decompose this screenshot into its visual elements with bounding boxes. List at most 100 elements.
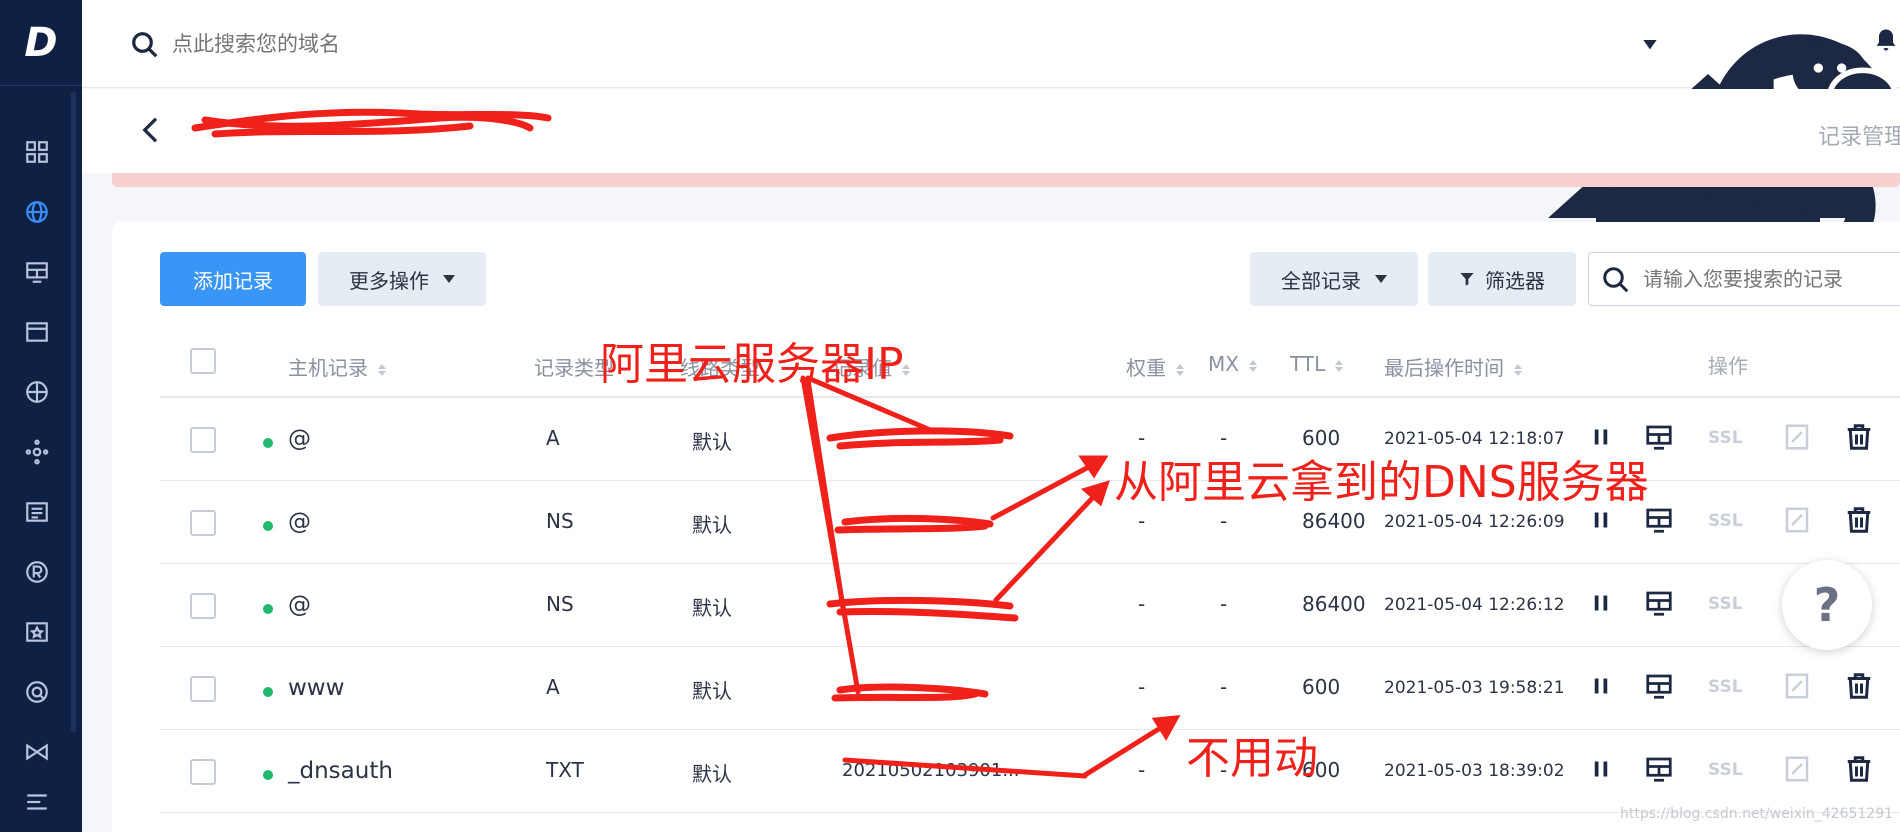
add-record-button[interactable]: 添加记录: [160, 252, 306, 306]
domain-search-input[interactable]: [172, 32, 672, 56]
pause-button[interactable]: [1586, 588, 1616, 623]
network-icon: [26, 381, 48, 403]
sidebar-item-transfer[interactable]: [20, 735, 54, 769]
status-dot: [263, 438, 273, 448]
cell-time: 2021-05-03 19:58:21: [1384, 678, 1565, 698]
cell-time: 2021-05-04 12:26:12: [1384, 595, 1565, 615]
more-actions-button[interactable]: 更多操作: [318, 252, 486, 306]
table-row[interactable]: www A 默认 - - 600 2021-05-03 19:58:21 SSL: [160, 647, 1900, 730]
status-dot: [263, 604, 273, 614]
ssl-button[interactable]: SSL: [1708, 677, 1743, 697]
sidebar-item-network[interactable]: [20, 375, 54, 409]
trash-icon: [1847, 424, 1871, 450]
edit-button[interactable]: [1782, 505, 1812, 540]
monitor-icon: [26, 262, 48, 283]
delete-button[interactable]: [1844, 505, 1874, 540]
sidebar-item-shield[interactable]: [20, 675, 54, 709]
pause-button[interactable]: [1586, 754, 1616, 789]
status-dot: [263, 770, 273, 780]
record-management-link[interactable]: 记录管理: [1818, 119, 1900, 151]
cell-mx: -: [1220, 675, 1228, 699]
table-row[interactable]: @ NS 默认 - - 86400 2021-05-04 12:26:12 SS…: [160, 564, 1900, 647]
sidebar-scrollbar[interactable]: [71, 92, 76, 732]
app-logo[interactable]: D: [0, 0, 82, 86]
records-card: 添加记录 更多操作 全部记录 筛选器 主机记录 记录类型 线路类型 记录值 权重…: [112, 222, 1900, 832]
trash-icon: [1847, 507, 1871, 533]
sidebar-item-menu[interactable]: [20, 785, 54, 819]
ssl-button[interactable]: SSL: [1708, 428, 1743, 448]
help-bubble[interactable]: ?: [1782, 560, 1872, 650]
cell-weight: -: [1138, 758, 1146, 782]
trash-icon: [1847, 756, 1871, 782]
all-records-dropdown[interactable]: 全部记录: [1250, 252, 1418, 306]
edit-button[interactable]: [1782, 422, 1812, 457]
header-weight[interactable]: 权重: [1126, 352, 1184, 381]
caret-down-icon: [1375, 275, 1387, 283]
cell-host: www: [288, 675, 345, 701]
sort-icon: [1176, 363, 1184, 376]
row-checkbox[interactable]: [190, 510, 216, 536]
annotation-no-change: 不用动: [1186, 733, 1318, 784]
row-checkbox[interactable]: [190, 759, 216, 785]
cell-host: _dnsauth: [288, 758, 393, 784]
header-host[interactable]: 主机记录: [288, 352, 386, 381]
cell-value: 20210502103901...: [842, 760, 1020, 781]
edit-button[interactable]: [1782, 671, 1812, 706]
sidebar-item-star[interactable]: [20, 615, 54, 649]
monitor-button[interactable]: [1644, 505, 1674, 540]
record-search-input[interactable]: [1643, 267, 1900, 291]
sidebar-item-list[interactable]: [20, 495, 54, 529]
filter-button[interactable]: 筛选器: [1428, 252, 1576, 306]
monitor-button[interactable]: [1644, 754, 1674, 789]
edit-icon: [1785, 756, 1809, 782]
record-search-box[interactable]: [1588, 252, 1900, 306]
header-last-op[interactable]: 最后操作时间: [1384, 352, 1522, 381]
shield-icon: [26, 681, 48, 703]
cell-line: 默认: [692, 513, 732, 537]
sidebar-item-dashboard[interactable]: [20, 135, 54, 169]
sidebar-item-node[interactable]: [20, 435, 54, 469]
status-dot: [263, 687, 273, 697]
node-icon: [25, 439, 49, 465]
pause-button[interactable]: [1586, 671, 1616, 706]
sidebar-item-window[interactable]: [20, 315, 54, 349]
top-bar: ?: [82, 0, 1900, 362]
header-ttl[interactable]: TTL: [1290, 352, 1344, 376]
domain-header: 记录管理: [82, 89, 1900, 173]
annotation-aliyun-ip: 阿里云服务器IP: [600, 339, 904, 390]
ssl-button[interactable]: SSL: [1708, 594, 1743, 614]
edit-button[interactable]: [1782, 754, 1812, 789]
sidebar-item-dns[interactable]: [20, 195, 54, 229]
cell-weight: -: [1138, 509, 1146, 533]
monitor-button[interactable]: [1644, 671, 1674, 706]
cell-line: 默认: [692, 596, 732, 620]
ssl-button[interactable]: SSL: [1708, 760, 1743, 780]
pause-icon: [1594, 761, 1608, 777]
sort-icon: [1335, 359, 1344, 372]
row-checkbox[interactable]: [190, 593, 216, 619]
delete-button[interactable]: [1844, 754, 1874, 789]
header-mx[interactable]: MX: [1208, 352, 1257, 376]
back-icon[interactable]: [136, 115, 166, 145]
monitor-button[interactable]: [1644, 588, 1674, 623]
cell-line: 默认: [692, 679, 732, 703]
monitor-icon: [1646, 674, 1672, 699]
chevron-down-icon[interactable]: [1642, 36, 1658, 52]
cell-time: 2021-05-03 18:39:02: [1384, 761, 1565, 781]
row-checkbox[interactable]: [190, 427, 216, 453]
cell-ttl: 600: [1302, 675, 1341, 699]
pause-button[interactable]: [1586, 505, 1616, 540]
select-all-checkbox[interactable]: [190, 348, 216, 374]
delete-button[interactable]: [1844, 422, 1874, 457]
delete-button[interactable]: [1844, 671, 1874, 706]
caret-down-icon: [443, 275, 455, 283]
ssl-button[interactable]: SSL: [1708, 511, 1743, 531]
row-checkbox[interactable]: [190, 676, 216, 702]
sidebar: D: [0, 0, 82, 832]
list-icon: [26, 502, 48, 522]
sidebar-item-monitor[interactable]: [20, 255, 54, 289]
cell-ttl: 86400: [1302, 592, 1366, 616]
table-row[interactable]: _dnsauth TXT 默认 20210502103901... - - 60…: [160, 730, 1900, 813]
bell-icon[interactable]: [1872, 26, 1900, 54]
sidebar-item-registered[interactable]: [20, 555, 54, 589]
